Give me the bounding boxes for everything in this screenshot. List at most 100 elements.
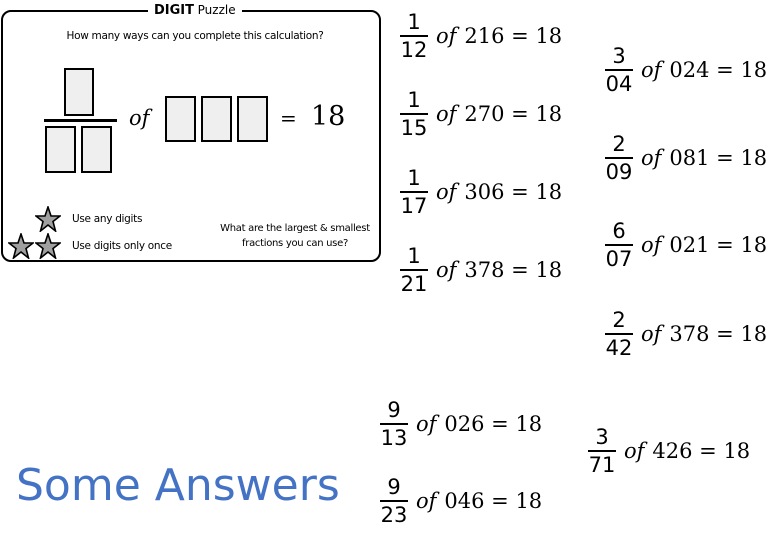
denominator-box-1[interactable] [45, 126, 76, 173]
numerator: 1 [407, 88, 421, 112]
fraction: 1 15 [400, 88, 428, 140]
numerator: 3 [612, 44, 626, 68]
of-label: of [436, 24, 457, 48]
equals-sign: = [280, 106, 297, 130]
of-label: of [436, 258, 457, 282]
numerator: 2 [612, 132, 626, 156]
of-label: of [436, 102, 457, 126]
denominator: 17 [400, 194, 428, 218]
fraction: 1 17 [400, 166, 428, 218]
answer-item: 1 12 of 216 = 18 [400, 10, 562, 62]
answer-item: 9 13 of 026 = 18 [380, 398, 542, 450]
numerator: 9 [387, 475, 401, 499]
answers-title: Some Answers [16, 460, 340, 511]
answer-item: 1 21 of 378 = 18 [400, 244, 562, 296]
fraction-bar [400, 113, 428, 115]
of-label: of [641, 322, 662, 346]
target-value: 18 [311, 101, 346, 132]
answer-item: 9 23 of 046 = 18 [380, 475, 542, 527]
rule-one-star: Use any digits [72, 213, 143, 225]
fraction-bar [605, 69, 633, 71]
answer-item: 2 09 of 081 = 18 [605, 132, 767, 184]
of-label: of [436, 180, 457, 204]
numerator: 3 [595, 425, 609, 449]
denominator: 04 [605, 72, 633, 96]
denominator: 21 [400, 272, 428, 296]
extension-line-1: What are the largest & smallest [220, 223, 370, 234]
denominator: 13 [380, 426, 408, 450]
numerator: 1 [407, 166, 421, 190]
fraction: 1 12 [400, 10, 428, 62]
denominator: 07 [605, 247, 633, 271]
denominator: 15 [400, 116, 428, 140]
answer-item: 3 71 of 426 = 18 [588, 425, 750, 477]
denominator: 71 [588, 453, 616, 477]
answer-item: 2 42 of 378 = 18 [605, 308, 767, 360]
of-label: of [641, 58, 662, 82]
numerator: 9 [387, 398, 401, 422]
extension-line-2: fractions you can use? [242, 238, 348, 249]
expression: 046 = 18 [444, 489, 543, 513]
digit-box-3[interactable] [237, 96, 268, 142]
fraction-bar [400, 35, 428, 37]
fraction-bar [380, 500, 408, 502]
denominator: 23 [380, 503, 408, 527]
rule-two-stars: Use digits only once [72, 240, 172, 252]
fraction: 2 09 [605, 132, 633, 184]
puzzle-title: DIGIT Puzzle [148, 1, 242, 20]
fraction-bar [605, 157, 633, 159]
fraction-bar [400, 191, 428, 193]
fraction-bar [588, 450, 616, 452]
denominator: 12 [400, 38, 428, 62]
fraction-line [44, 119, 117, 122]
puzzle-title-rest: Puzzle [197, 3, 236, 17]
of-label: of [416, 489, 437, 513]
numerator-box[interactable] [64, 68, 94, 116]
expression: 081 = 18 [669, 146, 768, 170]
star-icon [35, 233, 61, 259]
numerator: 1 [407, 244, 421, 268]
fraction: 9 13 [380, 398, 408, 450]
fraction: 3 71 [588, 425, 616, 477]
expression: 216 = 18 [464, 24, 563, 48]
fraction: 9 23 [380, 475, 408, 527]
expression: 026 = 18 [444, 412, 543, 436]
answer-item: 6 07 of 021 = 18 [605, 219, 767, 271]
expression: 378 = 18 [464, 258, 563, 282]
expression: 378 = 18 [669, 322, 768, 346]
expression: 024 = 18 [669, 58, 768, 82]
numerator: 1 [407, 10, 421, 34]
denominator: 09 [605, 160, 633, 184]
digit-box-1[interactable] [165, 96, 196, 142]
star-icon [8, 233, 34, 259]
of-label: of [129, 106, 150, 130]
expression: 021 = 18 [669, 233, 768, 257]
denominator-box-2[interactable] [81, 126, 112, 173]
fraction: 6 07 [605, 219, 633, 271]
fraction-bar [380, 423, 408, 425]
expression: 270 = 18 [464, 102, 563, 126]
star-icon [35, 206, 61, 232]
fraction: 2 42 [605, 308, 633, 360]
expression: 426 = 18 [652, 439, 751, 463]
expression: 306 = 18 [464, 180, 563, 204]
numerator: 2 [612, 308, 626, 332]
answer-item: 1 17 of 306 = 18 [400, 166, 562, 218]
denominator: 42 [605, 336, 633, 360]
digit-box-2[interactable] [201, 96, 232, 142]
fraction-bar [605, 244, 633, 246]
numerator: 6 [612, 219, 626, 243]
answer-item: 1 15 of 270 = 18 [400, 88, 562, 140]
puzzle-question: How many ways can you complete this calc… [66, 30, 324, 42]
puzzle-title-bold: DIGIT [154, 3, 195, 18]
of-label: of [641, 146, 662, 170]
fraction-bar [400, 269, 428, 271]
answer-item: 3 04 of 024 = 18 [605, 44, 767, 96]
fraction: 1 21 [400, 244, 428, 296]
extension-question: What are the largest & smallest fraction… [210, 221, 380, 251]
fraction-bar [605, 333, 633, 335]
fraction: 3 04 [605, 44, 633, 96]
of-label: of [416, 412, 437, 436]
of-label: of [641, 233, 662, 257]
of-label: of [624, 439, 645, 463]
